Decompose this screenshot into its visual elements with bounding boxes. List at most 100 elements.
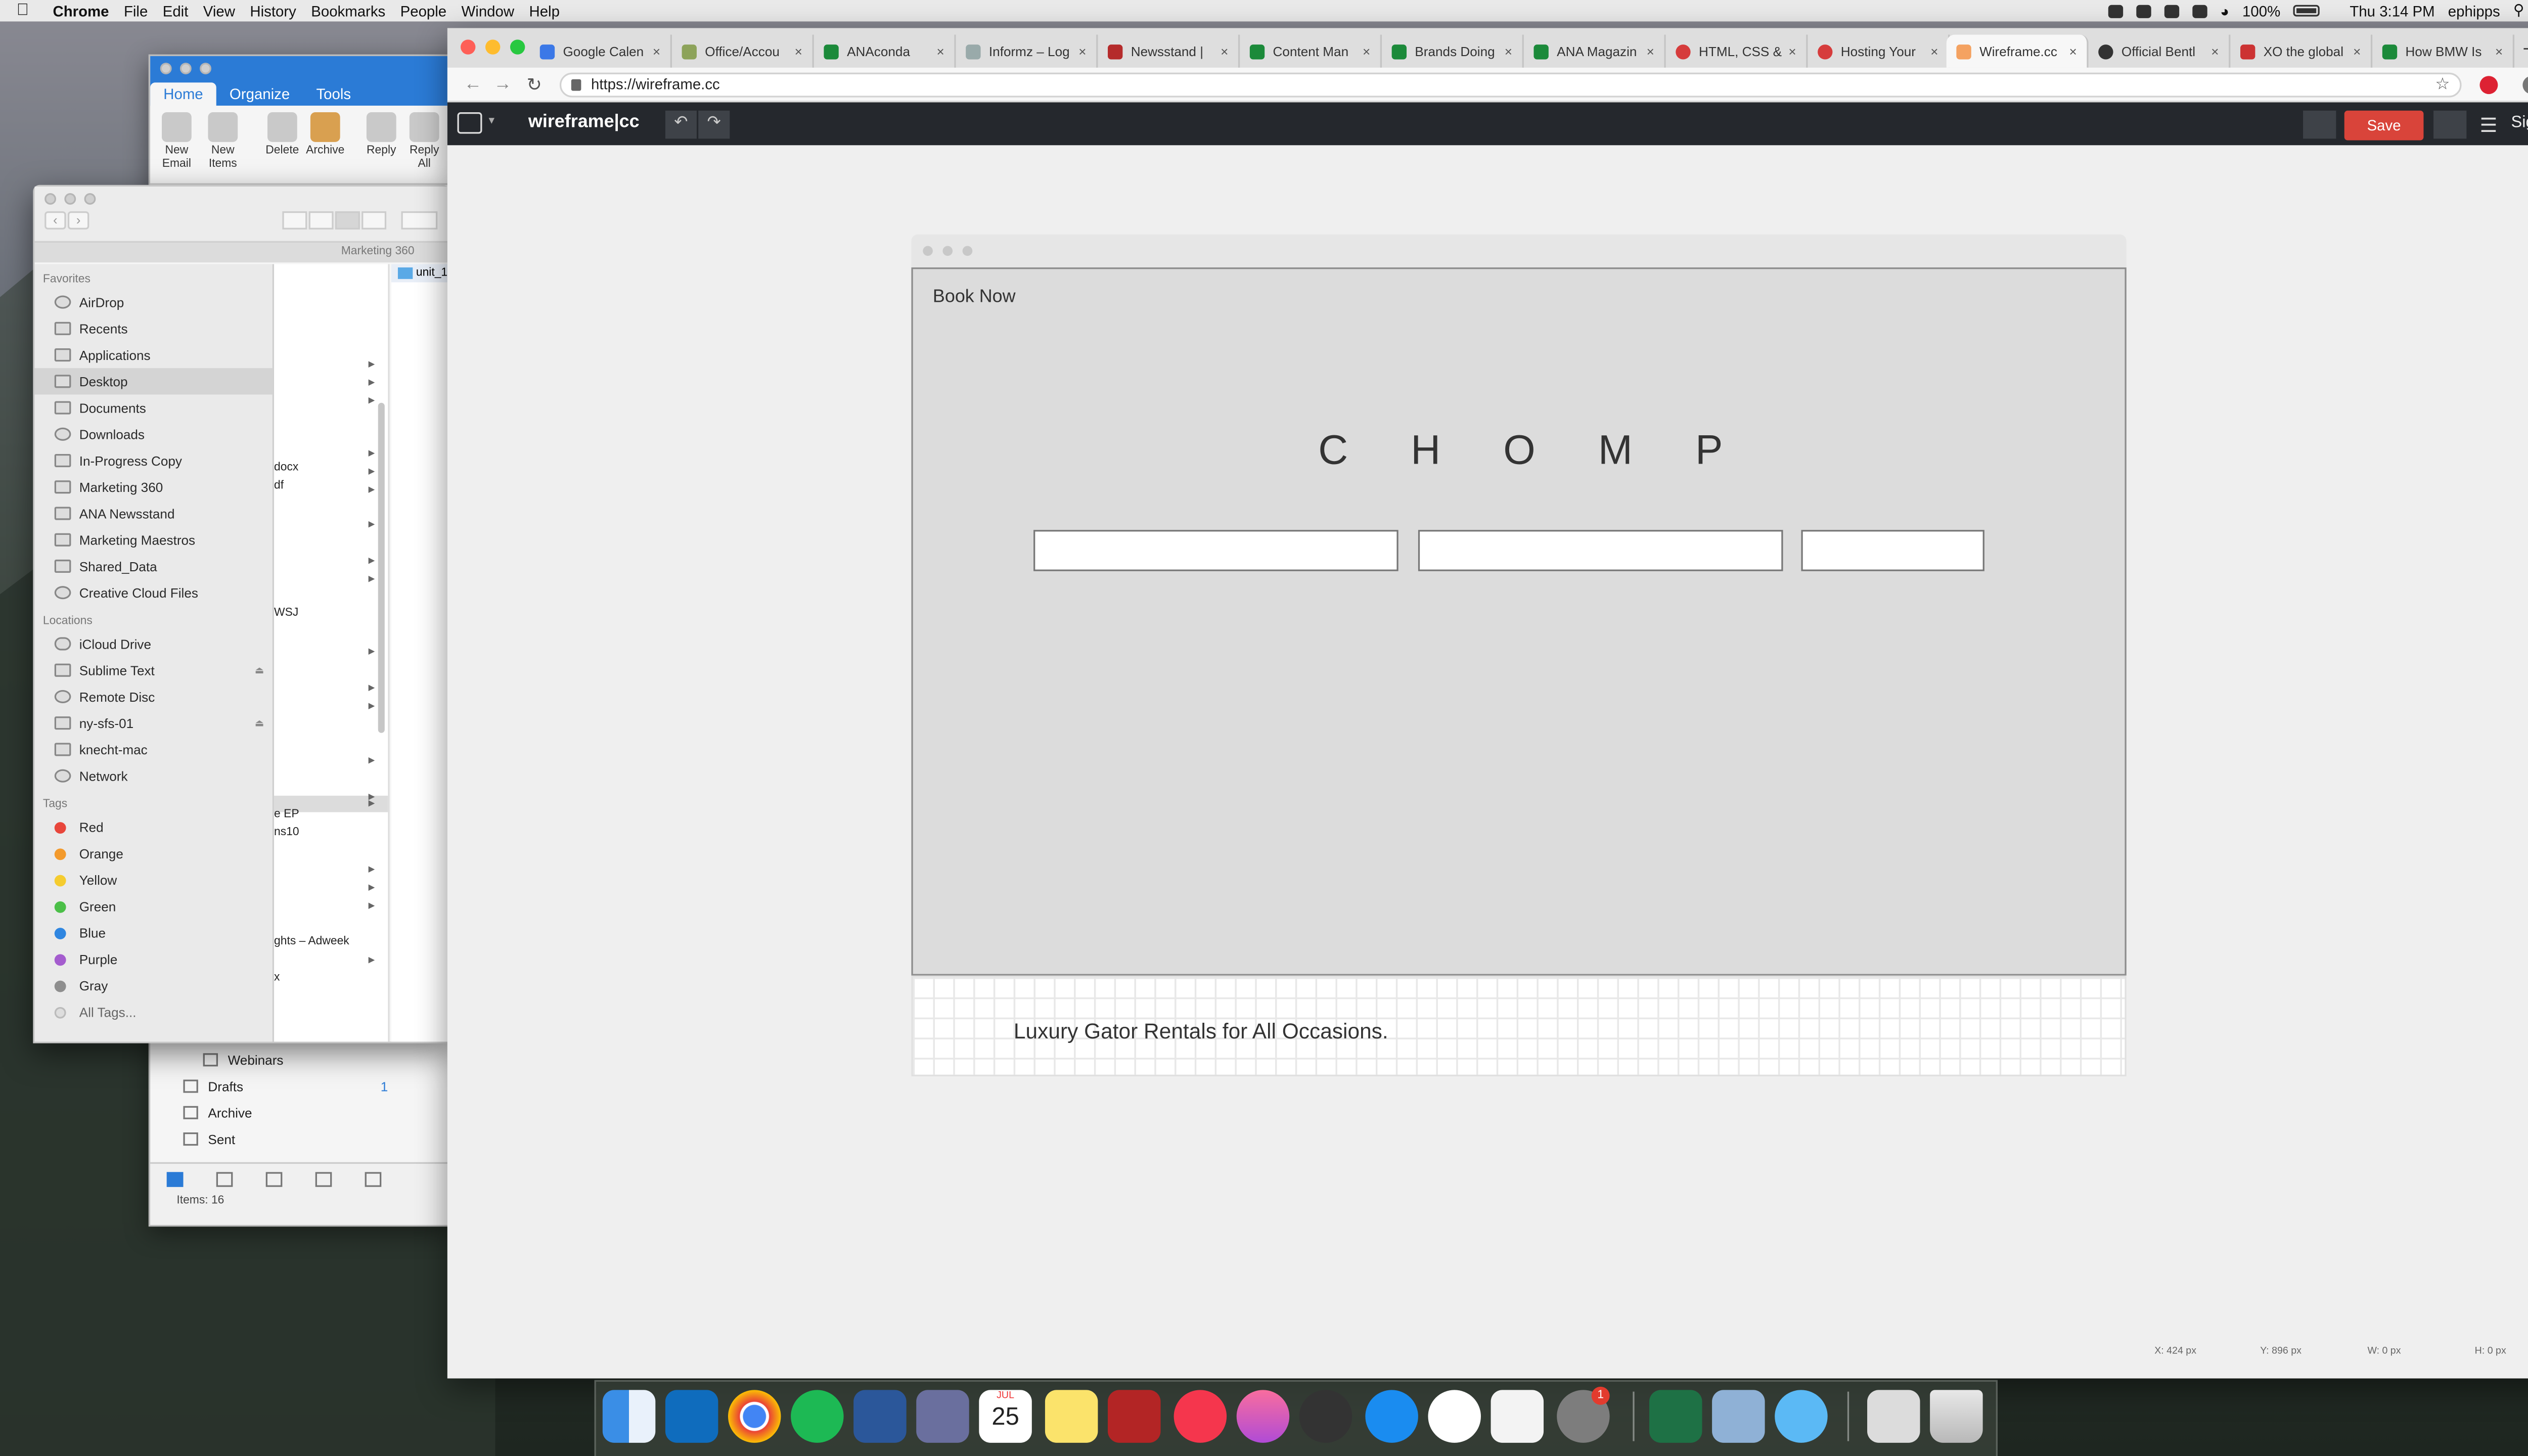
menu-view[interactable]: View	[203, 3, 235, 19]
tag-green[interactable]: Green	[35, 893, 273, 920]
slack-icon[interactable]	[1428, 1390, 1481, 1443]
menu-bookmarks[interactable]: Bookmarks	[311, 3, 385, 19]
sidebar-item-shared-data[interactable]: Shared_Data	[35, 553, 273, 579]
minimize-button[interactable]	[64, 193, 76, 205]
close-tab-icon[interactable]: ×	[936, 44, 944, 59]
alfred-icon[interactable]	[1299, 1390, 1352, 1443]
tab-organize[interactable]: Organize	[216, 82, 303, 106]
textedit-icon[interactable]	[1491, 1390, 1544, 1443]
tab-home[interactable]: Home	[150, 82, 216, 106]
close-button[interactable]	[160, 63, 172, 74]
folder-sent[interactable]: Sent	[150, 1126, 398, 1152]
notes-icon[interactable]	[1045, 1390, 1098, 1443]
apple-icon[interactable]: 	[17, 2, 40, 20]
tab-newsstand[interactable]: Newsstand | ×	[1098, 34, 1240, 68]
sidebar-item-ny-sfs-01[interactable]: ny-sfs-01 ⏏	[35, 710, 273, 736]
close-tab-icon[interactable]: ×	[1078, 44, 1086, 59]
column-view-button[interactable]	[335, 211, 360, 230]
tag-blue[interactable]: Blue	[35, 920, 273, 946]
sidebar-item-icloud[interactable]: iCloud Drive	[35, 630, 273, 657]
trash-icon[interactable]	[1930, 1390, 1983, 1443]
sidebar-item-network[interactable]: Network	[35, 763, 273, 789]
close-tab-icon[interactable]: ×	[795, 44, 802, 59]
close-tab-icon[interactable]: ×	[2495, 44, 2503, 59]
word-icon[interactable]	[853, 1390, 907, 1443]
sidebar-item-sublime-text[interactable]: Sublime Text ⏏	[35, 657, 273, 684]
close-tab-icon[interactable]: ×	[653, 44, 660, 59]
close-tab-icon[interactable]: ×	[1363, 44, 1370, 59]
back-icon[interactable]: ←	[464, 74, 482, 94]
people-icon[interactable]	[265, 1172, 283, 1187]
tag-red[interactable]: Red	[35, 814, 273, 840]
bookmark-star-icon[interactable]: ☆	[2435, 74, 2450, 96]
browser-frame-element[interactable]: Book Now CHOMP Luxury Gator Rentals for …	[911, 234, 2127, 1076]
list-view-button[interactable]	[308, 211, 334, 230]
sidebar-item-downloads[interactable]: Downloads	[35, 421, 273, 447]
redo-button[interactable]: ↷	[698, 110, 730, 139]
menu-file[interactable]: File	[124, 3, 148, 19]
tab-bentley[interactable]: Official Bentl ×	[2089, 34, 2231, 68]
chrome-icon[interactable]	[728, 1390, 781, 1443]
bbedit-icon[interactable]	[916, 1390, 969, 1443]
close-button[interactable]	[44, 193, 57, 205]
input-box-2[interactable]	[1418, 530, 1783, 571]
close-tab-icon[interactable]: ×	[1505, 44, 1512, 59]
tab-office[interactable]: Office/Accou ×	[672, 34, 814, 68]
sidebar-item-recents[interactable]: Recents	[35, 315, 273, 342]
sidebar-item-documents[interactable]: Documents	[35, 394, 273, 421]
sidebar-item-marketing-maestros[interactable]: Marketing Maestros	[35, 527, 273, 553]
minimize-button[interactable]	[485, 39, 501, 55]
reload-icon[interactable]: ↻	[527, 74, 542, 96]
tab-hosting[interactable]: Hosting Your ×	[1808, 34, 1950, 68]
menu-help[interactable]: Help	[529, 3, 559, 19]
list-item[interactable]: ns10	[274, 827, 299, 839]
tag-orange[interactable]: Orange	[35, 840, 273, 867]
downloads-stack-icon[interactable]	[1867, 1390, 1920, 1443]
menu-edit[interactable]: Edit	[163, 3, 189, 19]
sidebar-item-remote-disc[interactable]: Remote Disc	[35, 684, 273, 710]
sidebar-item-creative-cloud[interactable]: Creative Cloud Files	[35, 579, 273, 606]
comment-button[interactable]	[2303, 110, 2336, 139]
list-item[interactable]: docx	[274, 462, 298, 474]
zoom-button[interactable]	[510, 39, 525, 55]
tab-tools[interactable]: Tools	[303, 82, 364, 106]
photo-booth-icon[interactable]	[1108, 1390, 1161, 1443]
reply-button[interactable]: Reply	[358, 112, 404, 158]
zoom-button[interactable]	[200, 63, 211, 74]
folder-drafts[interactable]: Drafts 1	[150, 1073, 398, 1099]
tagline-text[interactable]: Luxury Gator Rentals for All Occasions.	[1014, 1019, 1388, 1043]
app-store-icon[interactable]	[1365, 1390, 1418, 1443]
tab-xo[interactable]: XO the global ×	[2230, 34, 2373, 68]
new-tab-button[interactable]: +	[2522, 36, 2528, 61]
tab-brands-doing[interactable]: Brands Doing ×	[1382, 34, 1524, 68]
menu-window[interactable]: Window	[462, 3, 515, 19]
book-now-link[interactable]: Book Now	[933, 287, 1016, 307]
finder-icon[interactable]	[602, 1390, 656, 1443]
sidebar-item-marketing-360[interactable]: Marketing 360	[35, 474, 273, 500]
clock[interactable]: Thu 3:14 PM	[2350, 3, 2434, 19]
list-item[interactable]: ghts – Adweek	[274, 936, 349, 947]
folder-archive[interactable]: Archive	[150, 1100, 398, 1126]
close-tab-icon[interactable]: ×	[2353, 44, 2361, 59]
settings-sliders-button[interactable]	[2433, 110, 2467, 139]
sidebar-item-ana-newsstand[interactable]: ANA Newsstand	[35, 500, 273, 526]
tasks-icon[interactable]	[315, 1172, 332, 1187]
tab-html-css[interactable]: HTML, CSS & ×	[1666, 34, 1808, 68]
list-item[interactable]: x	[274, 972, 280, 984]
sidebar-item-airdrop[interactable]: AirDrop	[35, 289, 273, 315]
list-item[interactable]: WSJ	[274, 608, 298, 619]
preview-icon[interactable]	[1712, 1390, 1765, 1443]
calendar-icon[interactable]	[216, 1172, 233, 1187]
tag-all[interactable]: All Tags...	[35, 999, 273, 1025]
tab-google-calendar[interactable]: Google Calen ×	[530, 34, 672, 68]
grid-area[interactable]: Luxury Gator Rentals for All Occasions.	[911, 975, 2127, 1076]
sidebar-item-applications[interactable]: Applications	[35, 342, 273, 368]
sign-up-link[interactable]: Sign Up	[2511, 114, 2528, 132]
spotlight-icon[interactable]: ⚲	[2513, 2, 2524, 20]
archive-button[interactable]: Archive	[302, 112, 348, 158]
page-menu-icon[interactable]	[457, 112, 482, 134]
tag-gray[interactable]: Gray	[35, 972, 273, 998]
sidebar-item-knecht-mac[interactable]: knecht-mac	[35, 736, 273, 762]
wireframe-logo[interactable]: wireframe|cc	[528, 112, 640, 132]
itunes-icon[interactable]	[1236, 1390, 1290, 1443]
